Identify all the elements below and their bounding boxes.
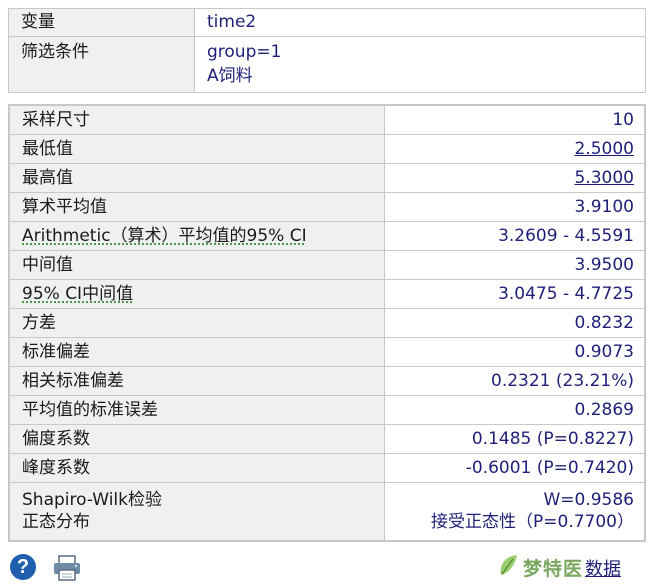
filter-line-2: A饲料: [207, 66, 253, 86]
stat-label-text: 偏度系数: [22, 429, 90, 449]
variable-value: time2: [194, 8, 646, 37]
stat-value-text: 10: [612, 110, 634, 130]
stat-row: 中间值 3.9500: [8, 250, 646, 280]
stat-label-text: 最低值: [22, 139, 73, 159]
stat-label: 中间值: [8, 250, 385, 280]
stat-label: 最低值: [8, 134, 385, 164]
normality-w-value: W=0.9586: [543, 490, 634, 510]
stat-value-link[interactable]: 2.5000: [575, 139, 634, 159]
stat-label: 峰度系数: [8, 453, 385, 483]
filter-value: group=1 A饲料: [194, 36, 646, 93]
normality-value: W=0.9586 接受正态性（P=0.7700）: [384, 482, 646, 542]
normality-conclusion: 接受正态性（P=0.7700）: [431, 512, 634, 532]
stat-label-text: 方差: [22, 313, 56, 333]
stat-row: 最高值 5.3000: [8, 163, 646, 193]
stat-label: 偏度系数: [8, 424, 385, 454]
stat-label: Arithmetic（算术）平均值的95% CI: [8, 221, 385, 251]
stat-label: 方差: [8, 308, 385, 338]
stat-row: 95% CI中间值 3.0475 - 4.7725: [8, 279, 646, 309]
stat-label: 95% CI中间值: [8, 279, 385, 309]
stat-label: 相关标准偏差: [8, 366, 385, 396]
stat-value-text: 3.9500: [574, 255, 634, 275]
stat-value-text: 0.9073: [574, 342, 634, 362]
stat-row: Arithmetic（算术）平均值的95% CI 3.2609 - 4.5591: [8, 221, 646, 251]
filter-row: 筛选条件 group=1 A饲料: [8, 36, 646, 93]
stat-value: 3.9500: [384, 250, 646, 280]
stat-label-text: Arithmetic（算术）平均值的95% CI: [22, 226, 307, 246]
statistics-table: 采样尺寸 10 最低值 2.5000 最高值 5.3000 算术平均值 3.9100 Arith…: [8, 104, 646, 542]
stat-label: 最高值: [8, 163, 385, 193]
stat-row: 峰度系数 -0.6001 (P=0.7420): [8, 453, 646, 483]
stat-row: 相关标准偏差 0.2321 (23.21%): [8, 366, 646, 396]
stat-value: 10: [384, 104, 646, 135]
stat-label-text: 峰度系数: [22, 458, 90, 478]
stat-value-text: 3.0475 - 4.7725: [498, 284, 634, 304]
stat-row: 方差 0.8232: [8, 308, 646, 338]
stat-label-text: 采样尺寸: [22, 110, 90, 130]
stat-value: 0.2321 (23.21%): [384, 366, 646, 396]
brand-text: 梦特医: [523, 558, 584, 580]
normality-test-name: Shapiro-Wilk检验: [22, 490, 163, 510]
stat-value-text: 3.2609 - 4.5591: [498, 226, 634, 246]
stat-label-text: 算术平均值: [22, 197, 107, 217]
stat-row: 算术平均值 3.9100: [8, 192, 646, 222]
variable-label: 变量: [8, 8, 195, 37]
normality-row: Shapiro-Wilk检验 正态分布 W=0.9586 接受正态性（P=0.7…: [8, 482, 646, 542]
stat-value: 3.0475 - 4.7725: [384, 279, 646, 309]
stat-value: 0.8232: [384, 308, 646, 338]
stat-label-text: 平均值的标准误差: [22, 400, 158, 420]
stat-value-text: 3.9100: [574, 197, 634, 217]
stat-label-text: 95% CI中间值: [22, 284, 134, 304]
stat-label-text: 标准偏差: [22, 342, 90, 362]
variable-row: 变量 time2: [8, 8, 646, 37]
stat-value[interactable]: 2.5000: [384, 134, 646, 164]
stat-value: 0.9073: [384, 337, 646, 367]
stat-label-text: 最高值: [22, 168, 73, 188]
stat-label: 平均值的标准误差: [8, 395, 385, 425]
footer-bar: ? 梦特医 数据: [0, 545, 654, 585]
printer-icon[interactable]: [52, 555, 82, 581]
normality-distribution-label: 正态分布: [22, 512, 90, 532]
filter-label: 筛选条件: [8, 36, 195, 93]
question-icon[interactable]: ?: [10, 554, 36, 580]
leaf-icon: [500, 555, 517, 575]
stat-label-text: 中间值: [22, 255, 73, 275]
stat-label-text: 相关标准偏差: [22, 371, 124, 391]
stat-row: 采样尺寸 10: [8, 104, 646, 135]
filter-line-1: group=1: [207, 42, 282, 62]
stat-value: -0.6001 (P=0.7420): [384, 453, 646, 483]
stat-value: 3.2609 - 4.5591: [384, 221, 646, 251]
stat-value[interactable]: 5.3000: [384, 163, 646, 193]
stat-value-text: 0.1485 (P=0.8227): [471, 429, 634, 449]
stat-value-text: -0.6001 (P=0.7420): [465, 458, 634, 478]
stat-value-text: 0.2869: [574, 400, 634, 420]
stat-value-link[interactable]: 5.3000: [575, 168, 634, 188]
stat-row: 偏度系数 0.1485 (P=0.8227): [8, 424, 646, 454]
stat-row: 标准偏差 0.9073: [8, 337, 646, 367]
brand-link[interactable]: 数据: [585, 555, 621, 581]
brand-logo: 梦特医 数据: [497, 553, 647, 581]
stat-value: 0.1485 (P=0.8227): [384, 424, 646, 454]
stat-row: 平均值的标准误差 0.2869: [8, 395, 646, 425]
stat-value: 3.9100: [384, 192, 646, 222]
normality-label: Shapiro-Wilk检验 正态分布: [8, 482, 385, 542]
stat-value: 0.2869: [384, 395, 646, 425]
stat-label: 算术平均值: [8, 192, 385, 222]
stat-label: 标准偏差: [8, 337, 385, 367]
info-table: 变量 time2 筛选条件 group=1 A饲料: [8, 8, 646, 93]
stat-value-text: 0.2321 (23.21%): [491, 371, 634, 391]
stat-value-text: 0.8232: [574, 313, 634, 333]
stat-label: 采样尺寸: [8, 104, 385, 135]
stat-row: 最低值 2.5000: [8, 134, 646, 164]
